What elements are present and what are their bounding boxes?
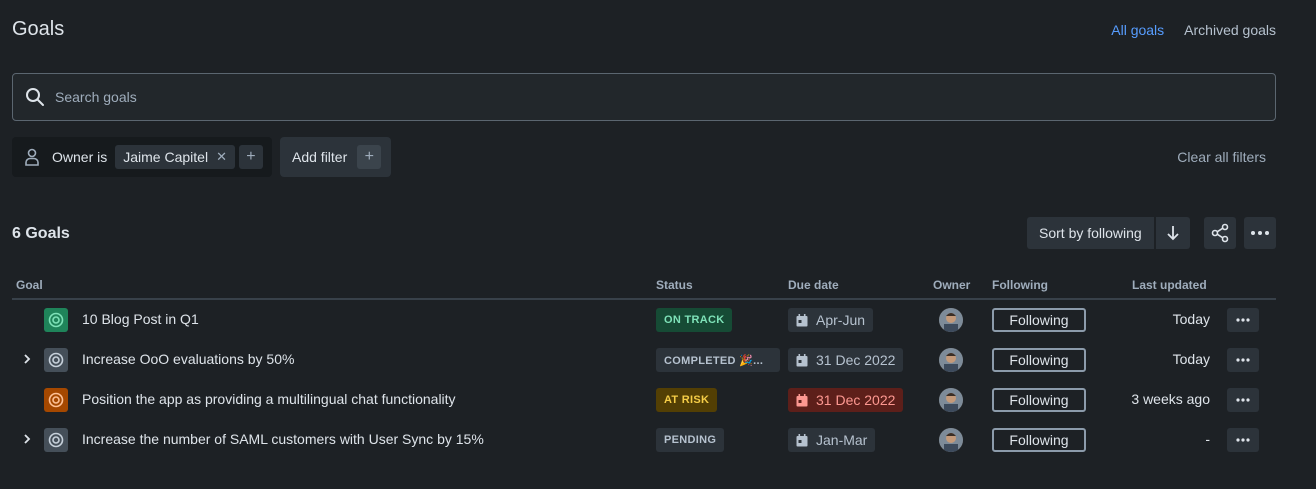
- owner-chip[interactable]: Jaime Capitel ✕: [115, 145, 235, 169]
- column-last-updated[interactable]: Last updated: [1132, 278, 1207, 292]
- table-row[interactable]: Position the app as providing a multilin…: [12, 380, 1276, 420]
- share-button[interactable]: [1204, 217, 1236, 249]
- last-updated: -: [1205, 431, 1210, 447]
- calendar-icon: [796, 353, 808, 366]
- status-badge: COMPLETED 🎉...: [656, 348, 780, 372]
- sort-direction-button[interactable]: [1155, 217, 1190, 249]
- due-date-label: Apr-Jun: [816, 312, 866, 328]
- owner-filter[interactable]: Owner is Jaime Capitel ✕ +: [12, 137, 272, 177]
- last-updated: 3 weeks ago: [1131, 391, 1210, 407]
- header-links: All goals Archived goals: [1111, 22, 1276, 38]
- row-more-button[interactable]: [1227, 428, 1259, 452]
- status-badge: PENDING: [656, 428, 725, 452]
- sort-control: Sort by following: [1027, 217, 1190, 249]
- goal-icon: [44, 388, 68, 412]
- goal-name[interactable]: Increase OoO evaluations by 50%: [82, 351, 294, 367]
- search-box[interactable]: [12, 73, 1276, 121]
- due-date-badge[interactable]: 31 Dec 2022: [788, 388, 904, 412]
- column-due-date[interactable]: Due date: [788, 278, 839, 292]
- table-row[interactable]: 10 Blog Post in Q1 ON TRACK Apr-Jun Foll…: [12, 300, 1276, 340]
- more-button[interactable]: [1244, 217, 1276, 249]
- goal-name[interactable]: Position the app as providing a multilin…: [82, 391, 456, 407]
- status-badge: AT RISK: [656, 388, 718, 412]
- goals-count: 6 Goals: [12, 225, 70, 242]
- status-badge: ON TRACK: [656, 308, 733, 332]
- avatar[interactable]: [939, 308, 963, 332]
- table-header: Goal Status Due date Owner Following Las…: [12, 278, 1276, 300]
- add-filter-label: Add filter: [292, 149, 348, 165]
- following-button[interactable]: Following: [992, 348, 1086, 372]
- following-button[interactable]: Following: [992, 388, 1086, 412]
- search-input[interactable]: [55, 89, 1235, 105]
- table-row[interactable]: Increase the number of SAML customers wi…: [12, 420, 1276, 460]
- chevron-right-icon[interactable]: [22, 352, 34, 368]
- due-date-badge[interactable]: Jan-Mar: [788, 428, 876, 452]
- owner-chip-label: Jaime Capitel: [123, 149, 209, 165]
- more-icon: [1236, 358, 1250, 362]
- avatar[interactable]: [939, 388, 963, 412]
- last-updated: Today: [1172, 351, 1210, 367]
- column-following[interactable]: Following: [992, 278, 1048, 292]
- due-date-badge[interactable]: 31 Dec 2022: [788, 348, 904, 372]
- clear-all-filters-button[interactable]: Clear all filters: [1177, 149, 1266, 165]
- due-date-badge[interactable]: Apr-Jun: [788, 308, 874, 332]
- column-status[interactable]: Status: [656, 278, 693, 292]
- more-icon: [1236, 398, 1250, 402]
- column-goal[interactable]: Goal: [16, 278, 43, 292]
- add-owner-button[interactable]: +: [238, 145, 263, 169]
- avatar[interactable]: [939, 348, 963, 372]
- add-filter-button[interactable]: Add filter +: [280, 137, 391, 177]
- arrow-down-icon: [1167, 226, 1179, 241]
- page-header: Goals All goals Archived goals: [12, 18, 1276, 42]
- following-button[interactable]: Following: [992, 308, 1086, 332]
- goal-icon: [44, 428, 68, 452]
- goal-name[interactable]: 10 Blog Post in Q1: [82, 311, 199, 327]
- person-icon: [24, 148, 40, 166]
- due-date-label: Jan-Mar: [816, 432, 868, 448]
- close-icon[interactable]: ✕: [216, 149, 227, 165]
- owner-filter-label: Owner is: [52, 149, 108, 165]
- more-icon: [1236, 318, 1250, 322]
- share-icon: [1211, 223, 1229, 243]
- goal-icon: [44, 348, 68, 372]
- plus-icon: +: [357, 145, 382, 169]
- goal-icon: [44, 308, 68, 332]
- following-button[interactable]: Following: [992, 428, 1086, 452]
- column-owner[interactable]: Owner: [933, 278, 970, 292]
- calendar-icon: [796, 313, 808, 326]
- due-date-label: 31 Dec 2022: [816, 352, 896, 368]
- row-more-button[interactable]: [1227, 308, 1259, 332]
- goal-name[interactable]: Increase the number of SAML customers wi…: [82, 431, 484, 447]
- sort-button[interactable]: Sort by following: [1027, 217, 1154, 249]
- calendar-icon: [796, 393, 808, 406]
- more-icon: [1251, 231, 1269, 235]
- calendar-icon: [796, 433, 808, 446]
- table-row[interactable]: Increase OoO evaluations by 50% COMPLETE…: [12, 340, 1276, 380]
- row-more-button[interactable]: [1227, 348, 1259, 372]
- chevron-right-icon[interactable]: [22, 432, 34, 448]
- all-goals-link[interactable]: All goals: [1111, 22, 1164, 38]
- last-updated: Today: [1172, 311, 1210, 327]
- page-title: Goals: [12, 18, 65, 40]
- archived-goals-link[interactable]: Archived goals: [1184, 22, 1276, 38]
- due-date-label: 31 Dec 2022: [816, 392, 896, 408]
- row-more-button[interactable]: [1227, 388, 1259, 412]
- more-icon: [1236, 438, 1250, 442]
- avatar[interactable]: [939, 428, 963, 452]
- search-icon: [26, 88, 44, 106]
